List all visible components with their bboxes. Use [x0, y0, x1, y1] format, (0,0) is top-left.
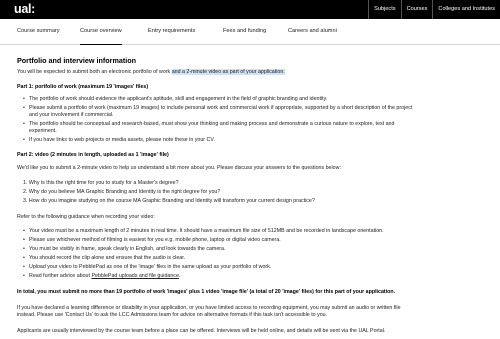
part1-item-continued: and your involvement if commercial.: [29, 112, 114, 118]
guidance-item-link-line: Read further advice about PebblePad uplo…: [23, 273, 180, 280]
intro-text-plain: You will be expected to submit both an e…: [17, 69, 172, 75]
part1-item: The portfolio should be conceptual and r…: [23, 121, 394, 128]
nav-colleges[interactable]: Colleges and Institutes: [432, 0, 500, 19]
part1-item: If you have links to web projects or med…: [23, 137, 215, 144]
guidance-link-suffix: .: [178, 273, 181, 279]
ual-logo[interactable]: ual:: [14, 1, 35, 18]
tab-careers-and-alumni[interactable]: Careers and alumni: [288, 19, 337, 45]
interview-note: Applicants are usually interviewed by th…: [17, 328, 386, 334]
tab-course-overview[interactable]: Course overview: [80, 19, 122, 45]
tab-course-summary[interactable]: Course summary: [17, 19, 60, 45]
tab-entry-requirements[interactable]: Entry requirements: [148, 19, 195, 45]
part2-heading: Part 2: video (2 minutes in length, uplo…: [17, 152, 169, 158]
nav-subjects[interactable]: Subjects: [368, 0, 400, 19]
part1-heading: Part 1: portfolio of work (maximum 19 'i…: [17, 84, 149, 90]
disability-note-line1: If you have declared a learning differen…: [17, 305, 401, 311]
course-tabs: Course summary Course overview Entry req…: [0, 19, 500, 45]
guidance-item: You must be visibly in frame, speak clea…: [23, 246, 225, 253]
guidance-item: Upload your video to PebblePad as one of…: [23, 264, 271, 271]
part1-item: The portfolio of work should evidence th…: [23, 96, 327, 103]
question-item: 3. How do you imagine studying on the co…: [23, 198, 315, 204]
total-files-note: In total, you must submit no more than 1…: [17, 289, 396, 295]
guidance-item: Your video must be a maximum length of 2…: [23, 228, 384, 235]
part2-intro: We'd like you to submit a 2-minute video…: [17, 165, 341, 171]
question-item: 1. Why is this the right time for you to…: [23, 180, 179, 186]
guidance-item: Please use whichever method of filming i…: [23, 237, 281, 244]
top-nav: Subjects Courses Colleges and Institutes: [368, 0, 500, 19]
question-item: 2. Why do you believe MA Graphic Brandin…: [23, 189, 221, 195]
guidance-intro: Refer to the following guidance when rec…: [17, 214, 155, 220]
part1-item: Please submit a portfolio of work (maxim…: [23, 105, 412, 112]
intro-text: You will be expected to submit both an e…: [17, 69, 285, 76]
guidance-link-prefix: Read further advice about: [29, 273, 92, 279]
pebblepad-guidance-link[interactable]: PebblePad uploads and file guidance: [91, 273, 178, 279]
disability-note-line2: instead. Please use 'Contact Us' to ask …: [17, 312, 328, 318]
section-title: Portfolio and interview information: [17, 56, 136, 65]
nav-courses[interactable]: Courses: [400, 0, 433, 19]
part1-item-continued: experiment.: [29, 128, 57, 134]
guidance-item: You should record the clip alone and ens…: [23, 255, 185, 262]
intro-text-highlight: and a 2-minute video as part of your app…: [171, 69, 285, 75]
tab-fees-and-funding[interactable]: Fees and funding: [223, 19, 266, 45]
top-bar: ual: Subjects Courses Colleges and Insti…: [0, 0, 500, 19]
